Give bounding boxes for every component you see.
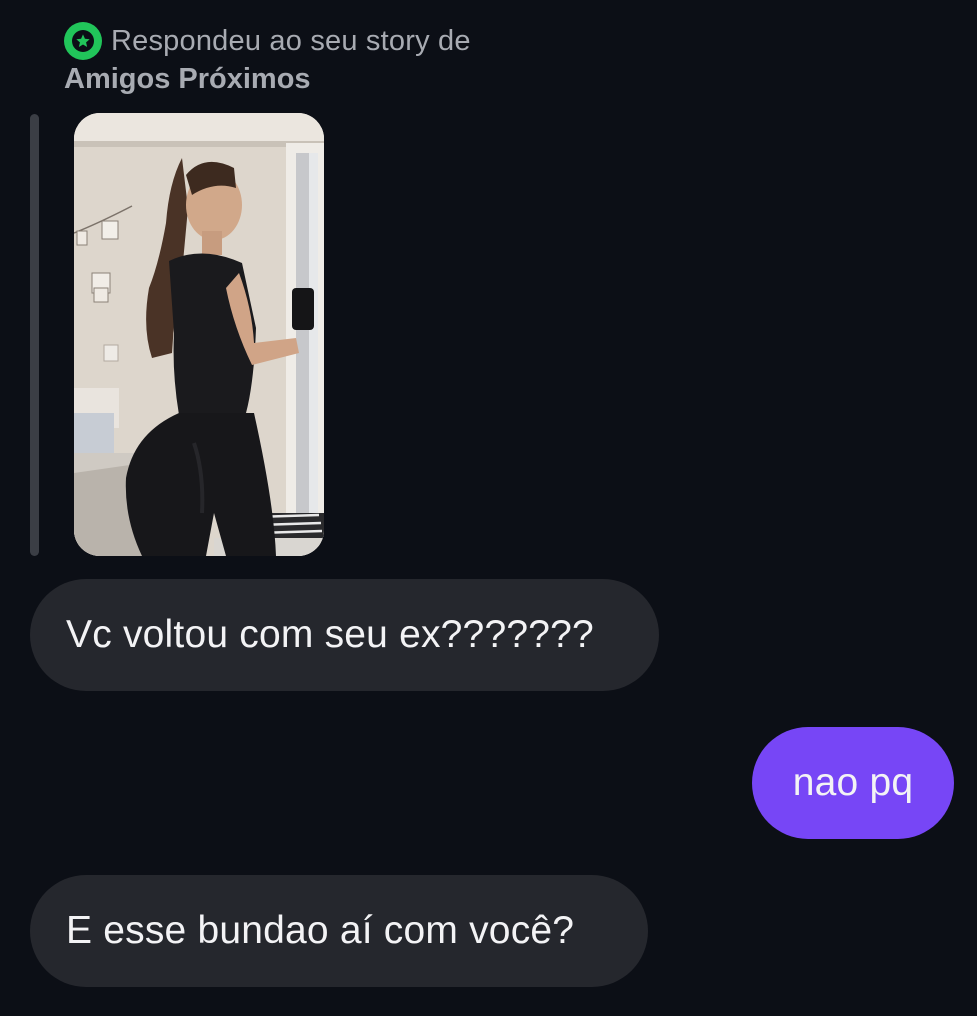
story-audience-label: Amigos Próximos: [64, 63, 311, 95]
story-reply-header: Respondeu ao seu story de Amigos Próximo…: [64, 22, 471, 97]
message-text: Vc voltou com seu ex???????: [66, 613, 594, 656]
chat-thread: Respondeu ao seu story de Amigos Próximo…: [0, 0, 977, 1016]
message-text: E esse bundao aí com você?: [66, 909, 575, 952]
story-reply-line: Respondeu ao seu story de: [64, 22, 471, 60]
received-message-bubble[interactable]: Vc voltou com seu ex???????: [30, 579, 659, 691]
message-text: nao pq: [792, 761, 914, 804]
story-preview-image[interactable]: [74, 113, 324, 556]
received-message-bubble[interactable]: E esse bundao aí com você?: [30, 875, 648, 987]
reply-quote-bar: [30, 114, 39, 556]
close-friends-star-icon: [64, 22, 102, 60]
sent-message-bubble[interactable]: nao pq: [752, 727, 954, 839]
story-reply-label: Respondeu ao seu story de: [111, 25, 471, 57]
